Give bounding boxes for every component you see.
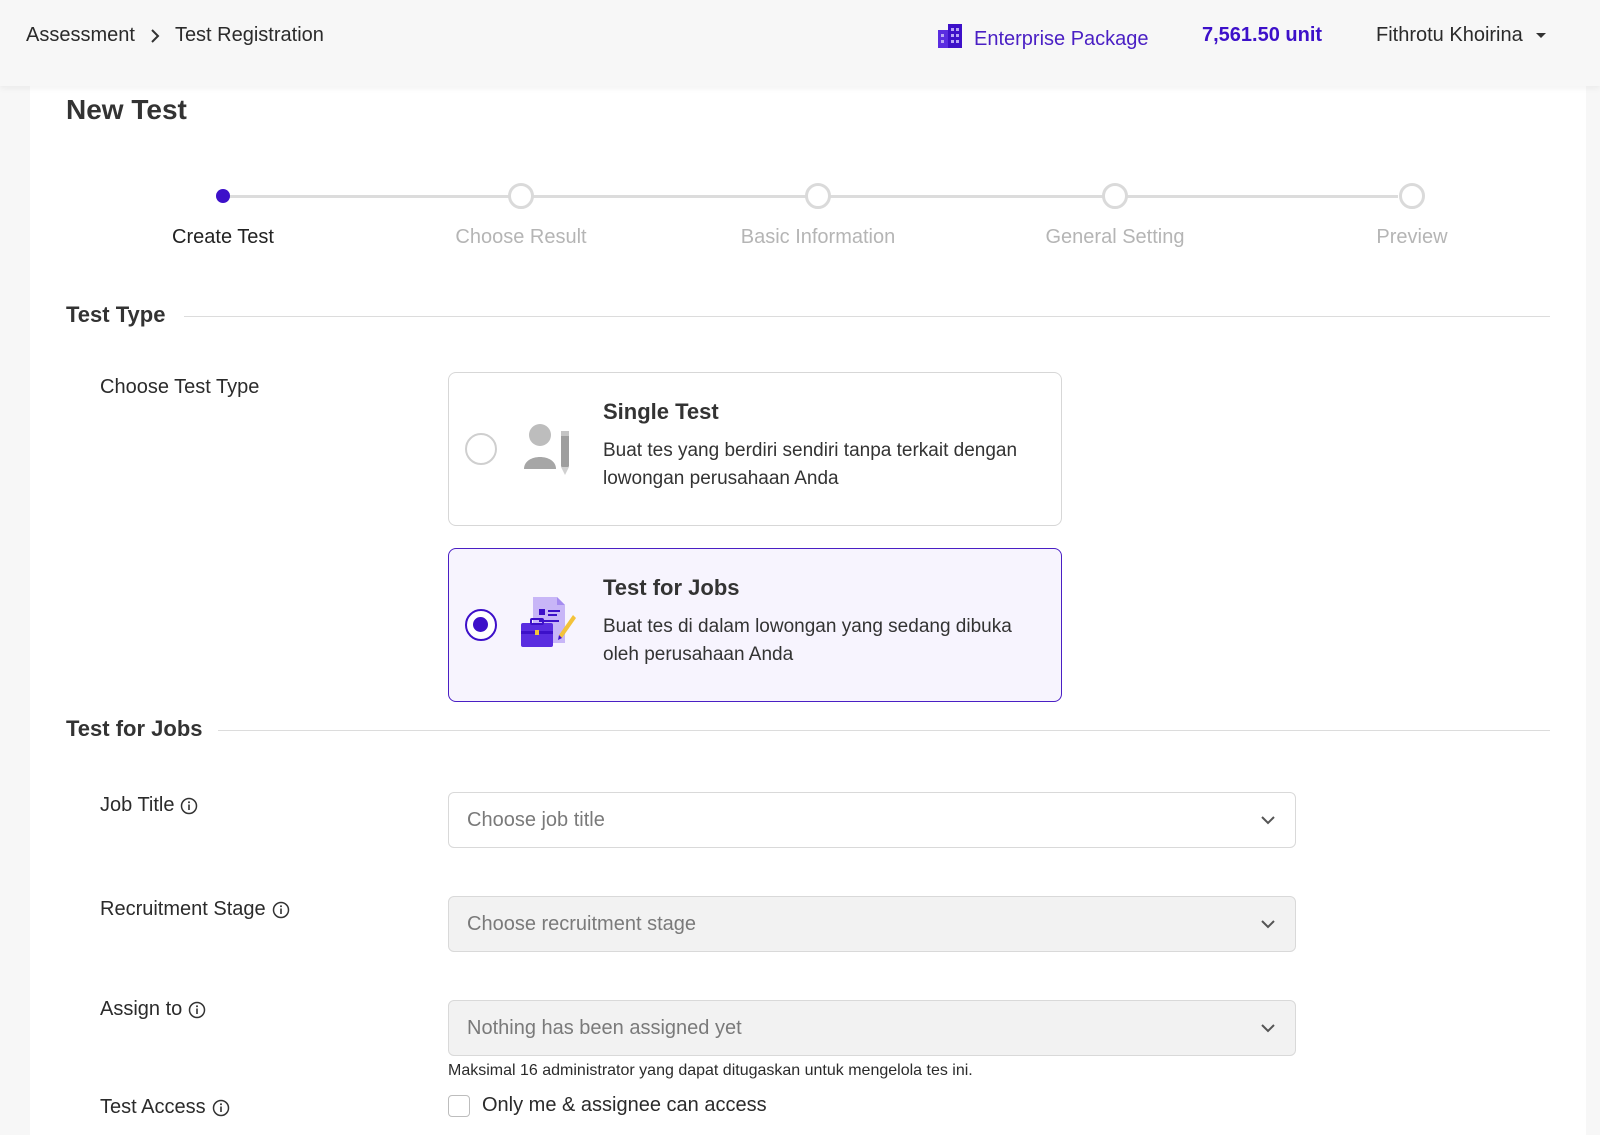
assign-to-hint: Maksimal 16 administrator yang dapat dit… (448, 1062, 973, 1079)
caret-down-icon (1535, 32, 1547, 40)
info-icon[interactable] (272, 901, 290, 919)
breadcrumb-root[interactable]: Assessment (26, 24, 135, 47)
breadcrumb-current: Test Registration (174, 24, 324, 46)
option-description: Buat tes di dalam lowongan yang sedang d… (603, 616, 1012, 665)
step-dot-general-setting (1102, 183, 1128, 209)
step-dot-choose-result (508, 183, 534, 209)
recruitment-stage-select[interactable]: Choose recruitment stage (448, 896, 1296, 952)
test-access-label: Test Access (100, 1096, 230, 1119)
test-access-option[interactable]: Only me & assignee can access (448, 1094, 767, 1117)
chevron-down-icon (1259, 1019, 1277, 1037)
choose-test-type-label: Choose Test Type (100, 376, 260, 398)
step-label-general-setting: General Setting (1045, 226, 1185, 248)
top-bar: Assessment Test Registration Enterprise … (0, 0, 1600, 86)
test-access-checkbox[interactable] (448, 1094, 470, 1117)
option-description: Buat tes yang berdiri sendiri tanpa terk… (603, 440, 1018, 489)
user-menu[interactable]: Fithrotu Khoirina (1376, 24, 1547, 47)
package-label: Enterprise Package (974, 27, 1149, 50)
user-name: Fithrotu Khoirina (1376, 24, 1523, 46)
assign-to-placeholder: Nothing has been assigned yet (467, 1017, 742, 1039)
info-icon[interactable] (188, 1001, 206, 1019)
section-title-test-type: Test Type (66, 302, 166, 327)
chevron-down-icon (1259, 811, 1277, 829)
job-title-label: Job Title (100, 794, 198, 817)
step-label-choose-result: Choose Result (455, 226, 587, 248)
unit-balance: 7,561.50 unit (1202, 24, 1323, 46)
step-dot-create-test (210, 183, 236, 209)
info-icon[interactable] (212, 1099, 230, 1117)
option-title: Test for Jobs (603, 575, 740, 600)
building-icon (936, 22, 974, 56)
person-pencil-icon (517, 417, 577, 477)
breadcrumb: Assessment Test Registration (26, 24, 324, 47)
section-divider (218, 730, 1550, 731)
main-card: New Test Create Test Choose Result Basic… (30, 86, 1586, 1135)
step-dot-preview (1399, 183, 1425, 209)
assign-to-select[interactable]: Nothing has been assigned yet (448, 1000, 1296, 1056)
step-label-preview: Preview (1376, 226, 1448, 248)
test-access-label-text: Test Access (100, 1096, 206, 1118)
enterprise-package[interactable]: Enterprise Package (936, 22, 1149, 56)
recruitment-stage-placeholder: Choose recruitment stage (467, 913, 697, 935)
radio-test-for-jobs[interactable] (465, 609, 497, 641)
radio-single-test[interactable] (465, 433, 497, 465)
recruitment-stage-label: Recruitment Stage (100, 898, 290, 921)
option-single-test[interactable]: Single Test Buat tes yang berdiri sendir… (448, 372, 1062, 526)
step-dot-basic-information (805, 183, 831, 209)
chevron-right-icon (149, 27, 161, 45)
section-divider (184, 316, 1550, 317)
section-title-test-for-jobs: Test for Jobs (66, 716, 203, 741)
step-label-create-test: Create Test (172, 226, 274, 248)
recruitment-stage-label-text: Recruitment Stage (100, 898, 266, 920)
job-title-placeholder: Choose job title (467, 809, 605, 831)
step-label-basic-information: Basic Information (740, 226, 896, 248)
briefcase-document-icon (517, 593, 577, 653)
assign-to-label: Assign to (100, 998, 206, 1021)
job-title-label-text: Job Title (100, 794, 175, 816)
job-title-select[interactable]: Choose job title (448, 792, 1296, 848)
chevron-down-icon (1259, 915, 1277, 933)
stepper: Create Test Choose Result Basic Informat… (30, 86, 1586, 346)
test-access-checkbox-label: Only me & assignee can access (482, 1094, 767, 1116)
info-icon[interactable] (180, 797, 198, 815)
assign-to-label-text: Assign to (100, 998, 183, 1020)
option-test-for-jobs[interactable]: Test for Jobs Buat tes di dalam lowongan… (448, 548, 1062, 702)
option-title: Single Test (603, 399, 719, 424)
